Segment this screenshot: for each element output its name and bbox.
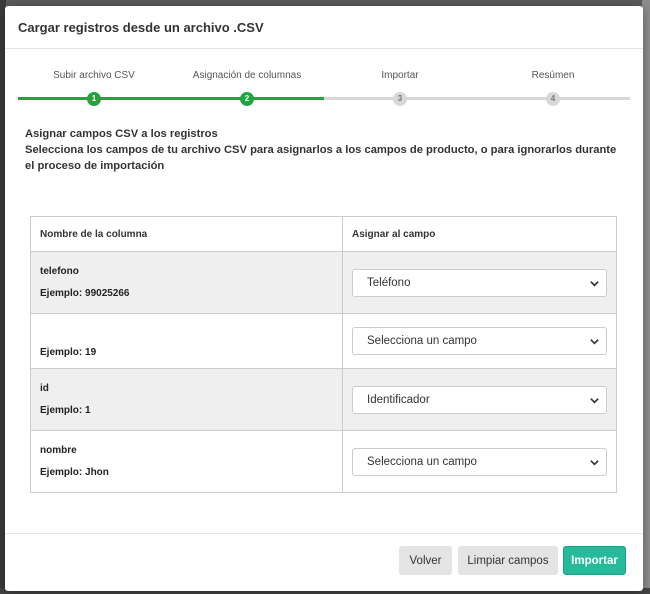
field-select-value: Teléfono	[367, 276, 411, 289]
modal-header: Cargar registros desde un archivo .CSV	[5, 6, 643, 49]
column-cell: id Ejemplo: 1	[30, 368, 343, 431]
field-select[interactable]: Selecciona un campo	[352, 327, 607, 355]
chevron-down-icon	[590, 397, 599, 404]
step-label-summary: Resúmen	[531, 70, 575, 81]
column-cell: Ejemplo: 19	[30, 313, 343, 369]
column-example: Ejemplo: 1	[40, 405, 91, 416]
modal-title: Cargar registros desde un archivo .CSV	[18, 19, 264, 35]
table-row: id Ejemplo: 1 Identificador	[30, 368, 617, 431]
field-select-value: Selecciona un campo	[367, 335, 477, 347]
table-row: Ejemplo: 19 Selecciona un campo	[30, 313, 617, 369]
step-dot-1: 1	[87, 92, 101, 106]
backdrop-right	[642, 0, 650, 594]
chevron-down-icon	[590, 280, 599, 287]
progress-track-done	[18, 97, 324, 100]
progress-track-pending	[324, 97, 630, 100]
field-select[interactable]: Selecciona un campo	[352, 447, 607, 476]
column-mapping-table: Nombre de la columna Asignar al campo te…	[30, 216, 617, 493]
column-cell: nombre Ejemplo: Jhon	[30, 430, 343, 493]
import-stepper: Subir archivo CSV Asignación de columnas…	[5, 49, 643, 107]
modal-footer: Volver Limpiar campos Importar	[5, 533, 643, 591]
field-cell: Identificador	[342, 368, 617, 431]
field-cell: Selecciona un campo	[342, 430, 617, 493]
import-button[interactable]: Importar	[563, 546, 626, 575]
chevron-down-icon	[590, 459, 599, 466]
back-button[interactable]: Volver	[399, 546, 452, 575]
import-csv-modal: Cargar registros desde un archivo .CSV S…	[5, 6, 643, 591]
step-label-mapping: Asignación de columnas	[192, 70, 302, 81]
intro-heading: Asignar campos CSV a los registros	[25, 128, 218, 140]
step-dot-4: 4	[546, 92, 560, 106]
field-select-value: Identificador	[367, 393, 430, 406]
field-select[interactable]: Teléfono	[352, 268, 607, 297]
table-header-row: Nombre de la columna Asignar al campo	[30, 216, 617, 252]
field-select[interactable]: Identificador	[352, 385, 607, 414]
field-cell: Teléfono	[342, 251, 617, 314]
column-name: telefono	[40, 266, 79, 277]
step-dot-2: 2	[240, 92, 254, 106]
intro-description: Selecciona los campos de tu archivo CSV …	[25, 144, 617, 172]
header-column-name: Nombre de la columna	[30, 216, 343, 252]
column-cell: telefono Ejemplo: 99025266	[30, 251, 343, 314]
header-assign-field: Asignar al campo	[342, 216, 617, 252]
step-dot-3: 3	[393, 92, 407, 106]
column-name	[40, 325, 342, 337]
field-cell: Selecciona un campo	[342, 313, 617, 369]
step-label-import: Importar	[381, 70, 419, 81]
intro-text: Asignar campos CSV a los registros Selec…	[5, 107, 643, 174]
table-row: telefono Ejemplo: 99025266 Teléfono	[30, 251, 617, 314]
chevron-down-icon	[590, 339, 599, 345]
column-example: Ejemplo: Jhon	[40, 467, 109, 478]
column-name: nombre	[40, 445, 77, 456]
column-example: Ejemplo: 99025266	[40, 288, 130, 299]
table-row: nombre Ejemplo: Jhon Selecciona un campo	[30, 430, 617, 493]
clear-fields-button[interactable]: Limpiar campos	[458, 546, 558, 575]
column-name: id	[40, 383, 49, 394]
step-label-upload: Subir archivo CSV	[53, 70, 135, 81]
column-example: Ejemplo: 19	[40, 346, 97, 358]
field-select-value: Selecciona un campo	[367, 455, 477, 468]
